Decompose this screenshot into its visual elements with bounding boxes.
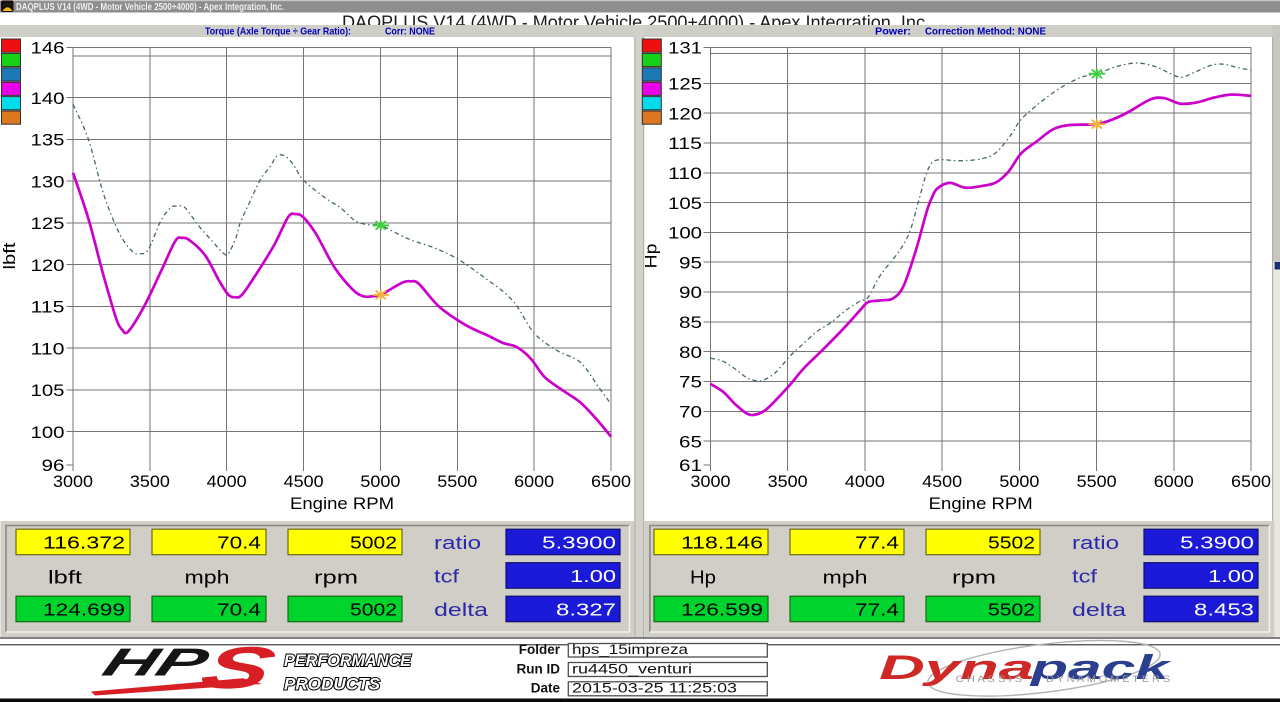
svg-text:ratio: ratio (434, 533, 481, 553)
svg-text:95: 95 (679, 253, 702, 272)
svg-text:D Y N A M O M E T E R S: D Y N A M O M E T E R S (1046, 674, 1170, 684)
svg-text:5.3900: 5.3900 (542, 533, 616, 553)
svg-text:125: 125 (31, 214, 65, 233)
svg-text:115: 115 (668, 134, 702, 153)
svg-text:HP: HP (97, 640, 215, 684)
svg-text:4500: 4500 (284, 472, 324, 491)
svg-text:100: 100 (668, 224, 702, 243)
svg-text:Corr: NONE: Corr: NONE (385, 25, 435, 37)
svg-text:6500: 6500 (1231, 472, 1271, 491)
svg-text:105: 105 (31, 381, 65, 400)
svg-text:5502: 5502 (988, 600, 1035, 620)
svg-text:6000: 6000 (514, 472, 554, 491)
svg-text:124.699: 124.699 (43, 600, 125, 620)
svg-text:3500: 3500 (768, 472, 808, 491)
svg-text:hps_15impreza: hps_15impreza (572, 642, 689, 657)
svg-text:77.4: 77.4 (855, 533, 899, 553)
svg-text:tcf: tcf (1072, 567, 1098, 587)
svg-text:5000: 5000 (999, 472, 1039, 491)
svg-text:120: 120 (668, 104, 702, 123)
svg-text:DAQPLUS V14 (4WD - Motor Vehic: DAQPLUS V14 (4WD - Motor Vehicle 2500+40… (16, 1, 284, 13)
svg-text:85: 85 (679, 313, 702, 332)
svg-text:1.00: 1.00 (1208, 566, 1254, 586)
svg-text:Correction Method: NONE: Correction Method: NONE (925, 25, 1046, 37)
svg-text:70.4: 70.4 (217, 600, 261, 620)
svg-text:4500: 4500 (922, 472, 962, 491)
svg-text:ratio: ratio (1072, 533, 1119, 553)
svg-text:rpm: rpm (314, 568, 358, 588)
svg-text:115: 115 (31, 298, 65, 317)
svg-text:Date: Date (531, 681, 561, 696)
svg-text:140: 140 (31, 89, 65, 108)
svg-text:3000: 3000 (691, 472, 731, 491)
svg-text:mph: mph (185, 568, 230, 588)
svg-text:lbft: lbft (0, 242, 19, 269)
svg-text:ru4450_venturi: ru4450_venturi (572, 661, 692, 676)
svg-text:146: 146 (31, 39, 65, 58)
svg-text:5.3900: 5.3900 (1180, 533, 1254, 553)
svg-text:130: 130 (31, 172, 65, 191)
svg-text:125: 125 (668, 75, 702, 94)
svg-text:70: 70 (679, 403, 702, 422)
svg-text:77.4: 77.4 (855, 600, 899, 620)
svg-text:delta: delta (1072, 600, 1127, 620)
svg-text:131: 131 (668, 39, 702, 58)
svg-text:3500: 3500 (130, 472, 170, 491)
svg-text:105: 105 (668, 194, 702, 213)
svg-text:135: 135 (31, 131, 65, 150)
svg-text:1.00: 1.00 (570, 566, 616, 586)
svg-text:2015-03-25 11:25:03: 2015-03-25 11:25:03 (572, 681, 737, 696)
svg-text:Hp: Hp (642, 244, 661, 269)
svg-text:6500: 6500 (591, 472, 631, 491)
svg-text:65: 65 (679, 432, 702, 451)
svg-text:116.372: 116.372 (43, 533, 125, 553)
svg-text:5002: 5002 (350, 533, 397, 553)
svg-text:70.4: 70.4 (217, 533, 261, 553)
svg-text:Run ID: Run ID (517, 661, 561, 676)
svg-text:Torque (Axle Torque ÷ Gear Rat: Torque (Axle Torque ÷ Gear Ratio): (205, 25, 351, 37)
svg-text:5500: 5500 (437, 472, 477, 491)
svg-text:Engine RPM: Engine RPM (290, 494, 394, 513)
svg-text:80: 80 (679, 343, 702, 362)
svg-text:Hp: Hp (690, 568, 716, 588)
svg-text:Power:: Power: (875, 25, 911, 37)
svg-text:126.599: 126.599 (681, 600, 763, 620)
svg-text:8.453: 8.453 (1194, 600, 1254, 620)
svg-text:6000: 6000 (1154, 472, 1194, 491)
svg-text:Engine RPM: Engine RPM (929, 494, 1033, 513)
svg-text:110: 110 (668, 164, 702, 183)
svg-text:delta: delta (434, 600, 489, 620)
svg-text:mph: mph (823, 568, 868, 588)
svg-text:lbft: lbft (48, 568, 82, 588)
svg-text:90: 90 (679, 283, 702, 302)
svg-text:100: 100 (31, 423, 65, 442)
svg-text:tcf: tcf (434, 567, 460, 587)
svg-text:3000: 3000 (53, 472, 93, 491)
svg-text:PRODUCTS: PRODUCTS (284, 675, 381, 694)
svg-text:C H A S S I S: C H A S S I S (956, 674, 1023, 684)
svg-text:4000: 4000 (845, 472, 885, 491)
svg-text:5002: 5002 (350, 600, 397, 620)
svg-text:Folder: Folder (519, 642, 561, 657)
svg-text:118.146: 118.146 (681, 533, 763, 553)
svg-text:rpm: rpm (952, 568, 996, 588)
svg-text:PERFORMANCE: PERFORMANCE (284, 651, 412, 670)
svg-text:110: 110 (31, 339, 65, 358)
svg-text:5500: 5500 (1077, 472, 1117, 491)
svg-text:4000: 4000 (207, 472, 247, 491)
svg-text:120: 120 (31, 256, 65, 275)
svg-text:5502: 5502 (988, 533, 1035, 553)
svg-text:5000: 5000 (360, 472, 400, 491)
svg-text:8.327: 8.327 (556, 600, 616, 620)
svg-text:75: 75 (679, 373, 702, 392)
